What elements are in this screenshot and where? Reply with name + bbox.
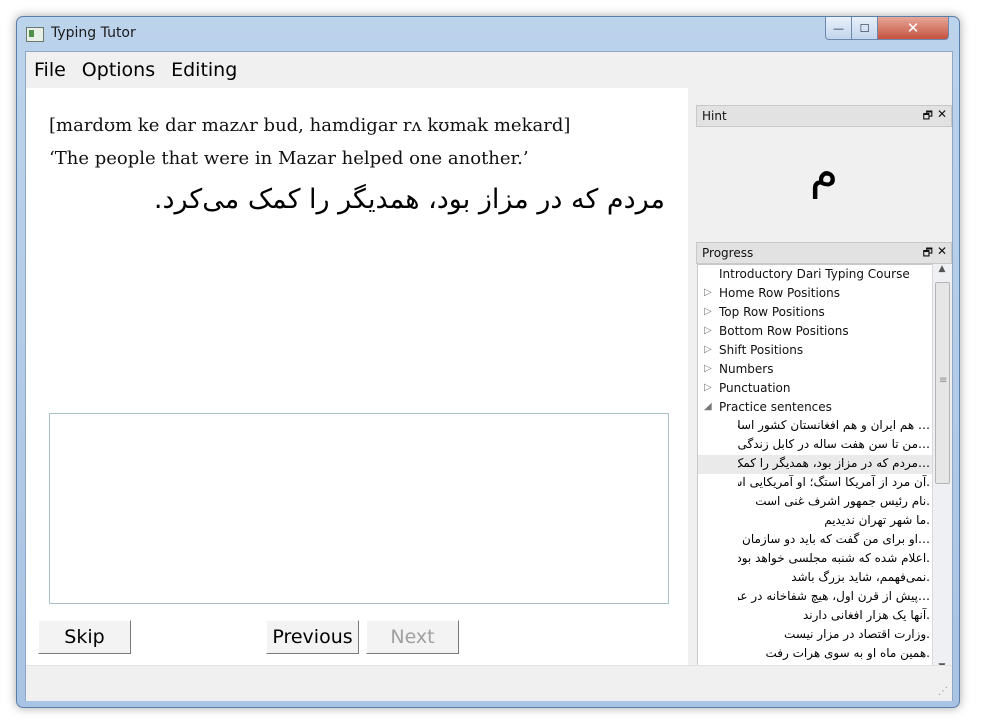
sentence-label: …مردم که در مزاز بود، همدیگر را کمک م: [738, 456, 930, 470]
window-title: Typing Tutor: [51, 25, 136, 41]
tree-item-sentence[interactable]: .نام رئیس جمهور اشرف غنی است: [698, 493, 932, 512]
expanded-arrow-icon[interactable]: ◢: [704, 401, 712, 412]
hint-title: Hint: [702, 109, 727, 123]
sentence-label: .ما شهر تهران ندیدیم: [824, 513, 930, 527]
minimize-button[interactable]: —: [825, 17, 852, 40]
menu-bar: File Options Editing: [26, 52, 952, 87]
title-bar[interactable]: Typing Tutor — ☐ ✕: [17, 17, 959, 51]
tree-item-label: Practice sentences: [719, 400, 832, 414]
tree-item-label: Home Row Positions: [719, 286, 840, 300]
maximize-icon: ☐: [859, 21, 870, 35]
hint-character: م: [809, 145, 839, 199]
collapsed-arrow-icon[interactable]: ▷: [704, 325, 712, 336]
sentence-label: .همین ماه او به سوی هرات رفت: [765, 646, 930, 660]
sentence-label: .وزارت اقتصاد در مزار نیست: [784, 627, 930, 641]
sentence-label: .نام رئیس جمهور اشرف غنی است: [755, 494, 930, 508]
sentence-label: … هم ایران و هم افغانستان کشور اسلامی: [738, 418, 930, 432]
tree-item-section[interactable]: ▷ Numbers: [698, 360, 932, 379]
progress-tree[interactable]: Introductory Dari Typing Course ▷ Home Ro…: [697, 264, 933, 680]
target-sentence: مردم که در مزاز بود، همدیگر را کمک می‌کر…: [153, 184, 665, 215]
skip-button[interactable]: Skip: [38, 620, 131, 654]
tree-item-section[interactable]: ▷ Shift Positions: [698, 341, 932, 360]
app-window: Typing Tutor — ☐ ✕ File Options Editing …: [16, 16, 960, 708]
tree-item-label: Shift Positions: [719, 343, 804, 357]
close-icon: ✕: [906, 19, 920, 37]
collapsed-arrow-icon[interactable]: ▷: [704, 344, 712, 355]
tree-item-sentence[interactable]: …مردم که در مزاز بود، همدیگر را کمک م: [698, 455, 932, 474]
tree-item-sentence[interactable]: .وزارت اقتصاد در مزار نیست: [698, 626, 932, 645]
tree-item-sentence[interactable]: .نمی‌فهمم، شاید بزرگ باشد: [698, 569, 932, 588]
tree-item-sentence[interactable]: .آن مرد از آمریکا استگ؛ او آمریکایی است: [698, 474, 932, 493]
tree-item-section[interactable]: ▷ Bottom Row Positions: [698, 322, 932, 341]
collapsed-arrow-icon[interactable]: ▷: [704, 382, 712, 393]
hint-dock: Hint 🗗 ✕ م: [696, 105, 952, 225]
collapsed-arrow-icon[interactable]: ▷: [704, 363, 712, 374]
sentence-label: .اعلام شده که شنبه مجلسی خواهد بود: [738, 551, 930, 565]
menu-editing[interactable]: Editing: [171, 59, 237, 81]
typing-input[interactable]: [49, 413, 669, 604]
collapsed-arrow-icon[interactable]: ▷: [704, 287, 712, 298]
sentence-label: …او برای من گفت که باید دو سازمان جدید: [738, 532, 930, 546]
sentence-label: …من تا سن هفت ساله در کابل زندگی میک: [738, 437, 930, 451]
scrollbar-thumb[interactable]: ≡: [935, 282, 950, 484]
tree-item-sentence[interactable]: …من تا سن هفت ساله در کابل زندگی میک: [698, 436, 932, 455]
size-grip-icon[interactable]: ⋰: [938, 686, 948, 697]
collapsed-arrow-icon[interactable]: ▷: [704, 306, 712, 317]
tree-item-section[interactable]: ◢ Practice sentences: [698, 398, 932, 417]
transliteration-text: [mardʊm ke dar mazʌr bud, hamdigar rʌ kʊ…: [49, 115, 571, 136]
client-area: File Options Editing [mardʊm ke dar mazʌ…: [25, 51, 953, 701]
sentence-label: …پیش از قرن اول، هیچ شفاخانه در عراق: [738, 589, 930, 603]
status-bar: ⋰: [26, 665, 952, 701]
tree-item-section[interactable]: ▷ Home Row Positions: [698, 284, 932, 303]
menu-file[interactable]: File: [34, 59, 66, 81]
sentence-label: .آن مرد از آمریکا استگ؛ او آمریکایی است: [738, 475, 930, 489]
tree-item-sentence[interactable]: .آنها یک هزار افغانی دارند: [698, 607, 932, 626]
translation-text: ‘The people that were in Mazar helped on…: [49, 148, 529, 169]
progress-dock: Progress 🗗 ✕ Introductory Dari Typing Co…: [696, 242, 952, 680]
tree-item-sentence[interactable]: .همین ماه او به سوی هرات رفت: [698, 645, 932, 664]
close-icon[interactable]: ✕: [937, 107, 947, 121]
tree-item-label: Introductory Dari Typing Course: [719, 267, 910, 281]
previous-button[interactable]: Previous: [266, 620, 359, 654]
exercise-panel: [mardʊm ke dar mazʌr bud, hamdigar rʌ kʊ…: [26, 88, 688, 665]
minimize-icon: —: [833, 21, 844, 35]
tree-item-sentence[interactable]: …پیش از قرن اول، هیچ شفاخانه در عراق: [698, 588, 932, 607]
close-icon[interactable]: ✕: [937, 244, 947, 258]
maximize-button[interactable]: ☐: [851, 17, 878, 40]
next-button[interactable]: Next: [366, 620, 459, 654]
float-icon[interactable]: 🗗: [923, 107, 933, 126]
progress-dock-title[interactable]: Progress 🗗 ✕: [696, 242, 952, 264]
tree-item-section[interactable]: ▷ Punctuation: [698, 379, 932, 398]
hint-dock-title[interactable]: Hint 🗗 ✕: [696, 105, 952, 127]
tree-item-label: Punctuation: [719, 381, 791, 395]
tree-item-sentence[interactable]: .اعلام شده که شنبه مجلسی خواهد بود: [698, 550, 932, 569]
float-icon[interactable]: 🗗: [923, 244, 933, 263]
close-button[interactable]: ✕: [877, 17, 949, 40]
menu-options[interactable]: Options: [82, 59, 155, 81]
vertical-scrollbar[interactable]: ▲ ≡ ▼: [932, 264, 951, 678]
tree-item-sentence[interactable]: … هم ایران و هم افغانستان کشور اسلامی: [698, 417, 932, 436]
tree-item-label: Numbers: [719, 362, 774, 376]
tree-item-sentence[interactable]: …او برای من گفت که باید دو سازمان جدید: [698, 531, 932, 550]
tree-item-section[interactable]: ▷ Top Row Positions: [698, 303, 932, 322]
app-icon: [26, 27, 44, 42]
sentence-label: .آنها یک هزار افغانی دارند: [802, 608, 930, 622]
tree-item-sentence[interactable]: .ما شهر تهران ندیدیم: [698, 512, 932, 531]
tree-item-course[interactable]: Introductory Dari Typing Course: [698, 265, 932, 284]
tree-item-label: Top Row Positions: [719, 305, 825, 319]
progress-title: Progress: [702, 246, 754, 260]
tree-item-label: Bottom Row Positions: [719, 324, 849, 338]
grip-icon: ≡: [939, 375, 948, 386]
scroll-up-icon[interactable]: ▲: [933, 264, 951, 280]
sentence-label: .نمی‌فهمم، شاید بزرگ باشد: [791, 570, 930, 584]
